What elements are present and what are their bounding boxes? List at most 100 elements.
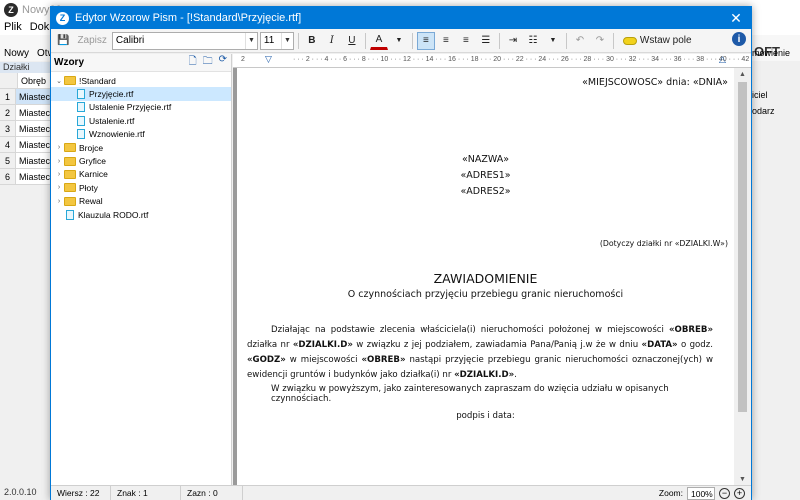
chevron-right-icon[interactable]: › [54,198,64,205]
tree-folder-label: !Standard [79,75,116,86]
app-logo-icon: Z [56,11,69,25]
redo-icon[interactable]: ↷ [591,32,609,50]
chevron-right-icon[interactable]: › [54,184,64,191]
save-icon[interactable]: 💾 [54,32,72,50]
insert-field-button[interactable]: Wstaw pole [618,32,697,50]
underline-button[interactable]: U [343,32,361,50]
list-icon[interactable]: ☷ [524,32,542,50]
scroll-down-icon[interactable]: ▼ [734,473,751,485]
chevron-down-icon[interactable]: ⌄ [54,77,64,85]
tree-folder-karnice[interactable]: › Karnice [51,168,231,181]
folder-icon [64,183,76,193]
chevron-right-icon[interactable]: › [54,158,64,165]
document-editor: 2 ▽ · · · 2 · · · 4 · · · 6 · · · 8 · · … [233,54,751,485]
tree-file-label: Przyjęcie.rtf [89,89,134,100]
align-left-icon[interactable]: ≡ [416,31,435,50]
table-row[interactable]: 6 Miastec [0,169,50,185]
font-select-value: Calibri [115,35,145,46]
table-row[interactable]: 3 Miastec [0,121,50,137]
table-row[interactable]: 2 Miastec [0,105,50,121]
undo-icon[interactable]: ↶ [571,32,589,50]
vertical-scrollbar[interactable]: ▲ ▼ [734,68,751,485]
tree-file-label: Wznowienie.rtf [89,129,145,140]
document-page[interactable]: «MIEJSCOWOSC» dnia: «DNIA» «NAZWA» «ADRE… [237,68,734,485]
tree-file-ustalenie[interactable]: Ustalenie.rtf [51,114,231,127]
chevron-down-icon[interactable]: ▼ [390,32,408,50]
save-button[interactable]: Zapisz [74,32,109,50]
tree-file-przyjecie[interactable]: Przyjęcie.rtf [51,87,231,101]
tree-file-ustalenie-przyjecie[interactable]: Ustalenie Przyjęcie.rtf [51,101,231,114]
align-center-icon[interactable]: ≡ [437,32,455,50]
new-file-icon[interactable]: 🗋 [189,54,197,71]
tree-folder-label: Karnice [79,169,108,180]
tree-file-wznowienie[interactable]: Wznowienie.rtf [51,128,231,141]
ruler[interactable]: 2 ▽ · · · 2 · · · 4 · · · 6 · · · 8 · · … [233,54,751,68]
zoom-in-icon[interactable]: + [734,487,745,499]
document-subheading: O czynnościach przyjęciu przebiegu grani… [347,289,624,300]
table-row[interactable]: 1 Miastec [0,89,50,105]
body-paragraph-2: W związku w powyższym, jako zainteresowa… [271,384,669,404]
scrollbar-thumb[interactable] [738,82,747,412]
folder-icon [64,196,76,206]
close-icon[interactable]: ✕ [721,7,751,29]
refresh-icon[interactable]: ⟳ [219,54,227,71]
tree-folder-rewal[interactable]: › Rewal [51,195,231,208]
grid-header-obreb: Obręb [18,73,50,88]
indent-marker-icon[interactable]: ▽ [265,54,272,65]
tree-folder-gryfice[interactable]: › Gryfice [51,154,231,167]
document-heading: ZAWIADOMIENIE [433,271,538,286]
new-folder-icon[interactable]: 🗀 [203,54,213,71]
help-icon[interactable]: i [732,32,746,46]
file-icon [77,102,85,113]
align-right-icon[interactable]: ≡ [457,32,475,50]
table-row[interactable]: 4 Miastec [0,137,50,153]
right-cell: iciel [752,90,768,100]
table-row[interactable]: 5 Miastec [0,153,50,169]
chevron-right-icon[interactable]: › [54,171,64,178]
indent-icon[interactable]: ⇥ [504,32,522,50]
field-dzialki: «DZIALKI.D» [292,340,353,350]
tree-folder-brojce[interactable]: › Brojce [51,141,231,154]
field-obreb: «OBREB» [361,355,406,365]
menu-plik[interactable]: Plik [4,21,22,33]
italic-button[interactable]: I [323,32,341,50]
status-bar: Wiersz : 22 Znak : 1 Zazn : 0 Zoom: 100%… [51,485,751,500]
file-icon [66,209,74,220]
folder-icon [64,156,76,166]
font-select[interactable]: Calibri ▼ [111,31,258,50]
zoom-control: Zoom: 100% − + [658,486,751,500]
window-titlebar: Z Edytor Wzorow Pism - [!Standard\Przyję… [51,7,751,29]
tree-folder-label: Gryfice [79,156,106,167]
grid-header-row: Obręb [0,73,50,89]
scroll-up-icon[interactable]: ▲ [734,68,751,80]
bold-button[interactable]: B [303,32,321,50]
align-justify-icon[interactable]: ☰ [477,32,495,50]
zoom-value[interactable]: 100% [687,486,715,500]
tree-file-label: Ustalenie Przyjęcie.rtf [89,102,172,113]
tree-folder-standard[interactable]: ⌄ !Standard [51,74,231,87]
file-icon [77,129,85,140]
tree-folder-label: Rewal [79,196,103,207]
field-godz: «GODZ» [247,355,286,365]
font-color-button[interactable]: A [369,32,388,50]
templates-sidebar: Wzory 🗋 🗀 ⟳ ⌄ !Standard Przyjęcie.rtf Us… [51,54,232,485]
field-data: «DATA» [641,340,678,350]
right-indent-marker-icon[interactable]: △ [719,54,726,65]
status-chars: Znak : 1 [111,485,181,500]
zoom-out-icon[interactable]: − [719,487,730,499]
folder-icon [64,169,76,179]
background-right-panel: OFT mówienie iciel odarz [752,40,800,460]
tree-file-klauzula-rodo[interactable]: Klauzula RODO.rtf [51,208,231,221]
signature-line: podpis i data: [456,411,515,421]
zoom-label: Zoom: [658,488,683,498]
body-paragraph-1: Działając na podstawie zlecenia właścici… [247,325,713,380]
tree-folder-ploty[interactable]: › Płoty [51,181,231,194]
chevron-right-icon[interactable]: › [54,144,64,151]
chevron-down-icon: ▼ [244,32,257,49]
tree-folder-label: Brojce [79,142,104,153]
chevron-down-icon[interactable]: ▼ [544,32,562,50]
status-lines: Wiersz : 22 [51,485,111,500]
tree-folder-label: Płoty [79,182,98,193]
font-size-select[interactable]: 11 ▼ [259,31,294,50]
new-button[interactable]: Nowy [4,48,29,59]
